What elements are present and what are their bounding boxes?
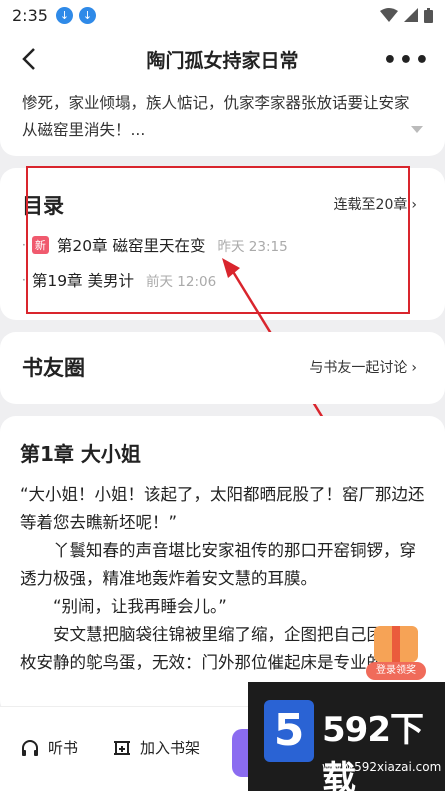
chapter-title: 第20章 磁窑里天在变 — [56, 237, 206, 255]
add-to-shelf-button[interactable]: 加入书架 — [112, 737, 200, 758]
expand-icon[interactable] — [411, 126, 423, 133]
toc-heading: 目录 — [22, 193, 64, 218]
paragraph: “别闹，让我再睡会儿。” — [53, 597, 227, 616]
paragraph: 安文慧把脑袋往锦被里缩了缩，企图把自己团成一枚安静的鸵鸟蛋，无效：门外那位催起床… — [20, 625, 416, 672]
paragraph: “大小姐！小姐！该起了，太阳都晒屁股了！窑厂那边还等着您去瞧新坯呢！” — [20, 485, 425, 532]
chapter-time: 前天 12:06 — [145, 274, 217, 290]
chapter-time: 昨天 23:15 — [217, 239, 288, 255]
discuss-link[interactable]: 与书友一起讨论 › — [309, 357, 417, 377]
download-icon: ↓ — [78, 6, 96, 24]
page-title: 陶门孤女持家日常 — [146, 49, 299, 72]
toc-chapter-item[interactable]: · 第19章 美男计 前天 12:06 — [22, 269, 216, 291]
book-circle-card[interactable]: 书友圈 与书友一起讨论 › — [0, 332, 445, 404]
status-time: 2:35 — [12, 5, 48, 25]
status-right — [380, 7, 433, 23]
watermark-logo: 5 — [264, 700, 314, 762]
listen-label: 听书 — [48, 739, 79, 757]
wifi-icon — [380, 8, 398, 22]
new-badge: 新 — [31, 236, 49, 254]
chapter-heading: 第1章 大小姐 — [20, 442, 141, 466]
toc-card: 目录 连载至20章 › · 新 第20章 磁窑里天在变 昨天 23:15 · 第1… — [0, 168, 445, 320]
listen-button[interactable]: 听书 — [20, 737, 78, 758]
headphones-icon — [22, 739, 38, 756]
site-watermark: 5 592下载 www.592xiazai.com — [248, 682, 445, 791]
gift-ribbon — [392, 626, 400, 662]
toc-serial-link[interactable]: 连载至20章 › — [334, 194, 417, 214]
gift-label: 登录领奖 — [366, 662, 426, 680]
toc-serial-label: 连载至20章 — [333, 197, 408, 213]
chevron-right-icon: › — [411, 197, 417, 213]
status-bar: 2:35 ↓ ↓ — [0, 0, 445, 30]
bullet-icon: · — [22, 238, 26, 252]
watermark-url: www.592xiazai.com — [322, 760, 442, 774]
add-shelf-label: 加入书架 — [140, 739, 201, 757]
toc-chapter-item[interactable]: · 新 第20章 磁窑里天在变 昨天 23:15 — [22, 234, 288, 256]
download-icon: ↓ — [55, 6, 73, 24]
book-circle-heading: 书友圈 — [22, 355, 85, 380]
battery-icon — [424, 7, 433, 23]
title-bar: 陶门孤女持家日常 ••• — [0, 30, 445, 88]
signal-icon — [404, 8, 418, 22]
more-options-icon[interactable]: ••• — [383, 48, 431, 73]
back-arrow-icon[interactable] — [18, 46, 42, 72]
paragraph: 丫鬟知春的声音堪比安家祖传的那口开窑铜锣，穿透力极强，精准地轰炸着安文慧的耳膜。 — [20, 541, 416, 588]
login-reward-gift[interactable]: 登录领奖 — [366, 620, 426, 682]
chapter-title: 第19章 美男计 — [31, 272, 134, 290]
bookshelf-icon — [114, 740, 130, 755]
bullet-icon: · — [22, 273, 26, 287]
discuss-link-label: 与书友一起讨论 — [309, 360, 408, 376]
intro-text: 惨死，家业倾塌，族人惦记，仇家李家器张放话要让安家从磁窑里消失！... — [22, 94, 410, 139]
intro-card: 惨死，家业倾塌，族人惦记，仇家李家器张放话要让安家从磁窑里消失！... — [0, 88, 445, 156]
watermark-title: 592下载 — [322, 710, 424, 791]
chevron-right-icon: › — [411, 360, 417, 376]
